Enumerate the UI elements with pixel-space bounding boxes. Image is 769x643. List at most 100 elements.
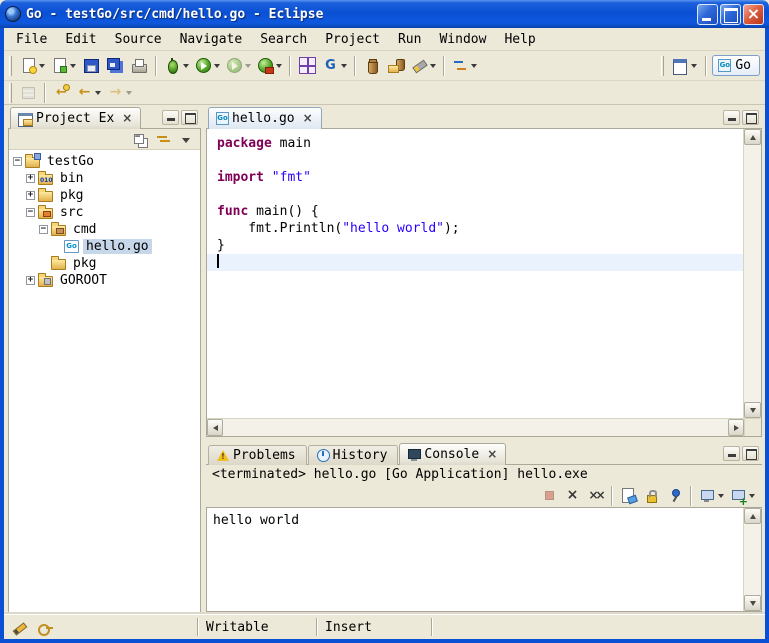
console-output[interactable]: hello world [207,508,743,611]
tab-history[interactable]: History [308,445,399,465]
scroll-up-button[interactable] [744,508,761,524]
last-edit-location-button[interactable] [50,83,73,103]
scroll-lock-button[interactable] [640,486,663,506]
new-menu-button[interactable] [48,54,79,78]
save-all-button[interactable] [103,54,127,78]
minimize-view-button[interactable] [723,110,740,125]
tree-item-testgo[interactable]: −testGo [9,153,200,170]
display-selected-console-button[interactable] [696,486,727,506]
go-search-button[interactable] [319,54,350,78]
search-button[interactable] [408,54,439,78]
menu-window[interactable]: Window [430,30,495,49]
editor-horizontal-scrollbar[interactable] [207,419,744,436]
pin-editor-button[interactable] [17,83,40,103]
remove-launch-button[interactable] [561,486,584,506]
code-line-8[interactable] [207,254,743,271]
print-button[interactable] [127,54,151,78]
tab-console[interactable]: Console [399,443,506,465]
titlebar[interactable]: Go - testGo/src/cmd/hello.go - Eclipse [0,0,769,28]
back-button[interactable] [73,83,104,103]
scroll-down-button[interactable] [744,595,761,611]
close-tab-icon[interactable] [302,111,314,126]
debug-button[interactable] [161,54,192,78]
code-line-2[interactable] [207,152,743,169]
clear-console-button[interactable] [617,486,640,506]
run-last-button[interactable] [223,54,254,78]
dropdown-arrow-icon[interactable] [718,494,724,498]
new-wizard-button[interactable] [17,54,48,78]
toolbar-grip[interactable] [661,56,664,76]
toolbar-grip[interactable] [9,56,12,76]
go-perspective-button[interactable]: Go [712,55,760,76]
code-editor[interactable]: package mainimport "fmt"func main() { fm… [207,129,743,418]
code-line-5[interactable]: func main() { [207,203,743,220]
collapse-icon[interactable]: − [13,157,22,166]
save-button[interactable] [79,54,103,78]
scroll-left-button[interactable] [207,419,223,436]
key-trim-button[interactable] [34,617,57,637]
console-vertical-scrollbar[interactable] [743,508,761,611]
link-with-editor-button[interactable] [152,129,175,149]
open-type-button[interactable] [360,54,384,78]
tab-hello-go[interactable]: hello.go [208,107,322,129]
menu-file[interactable]: File [7,30,56,49]
tree-item-cmd[interactable]: −cmd [9,221,200,238]
open-resource-button[interactable] [384,54,408,78]
forward-button[interactable] [104,83,135,103]
remove-all-launches-button[interactable] [584,486,607,506]
menu-source[interactable]: Source [106,30,171,49]
dropdown-arrow-icon[interactable] [245,64,251,68]
expand-icon[interactable]: + [26,174,35,183]
view-menu-button[interactable] [175,129,198,149]
menu-help[interactable]: Help [495,30,544,49]
new-go-element-button[interactable] [295,54,319,78]
close-tab-icon[interactable] [121,111,133,126]
menu-project[interactable]: Project [316,30,389,49]
dropdown-arrow-icon[interactable] [430,64,436,68]
tree-item-goroot[interactable]: +GOROOT [9,272,200,289]
dropdown-arrow-icon[interactable] [126,91,132,95]
code-line-7[interactable]: } [207,237,743,254]
dropdown-arrow-icon[interactable] [749,494,755,498]
collapse-icon[interactable]: − [39,225,48,234]
dropdown-arrow-icon[interactable] [183,64,189,68]
minimize-view-button[interactable] [162,110,179,125]
maximize-view-button[interactable] [742,446,759,461]
collapse-icon[interactable]: − [26,208,35,217]
code-line-4[interactable] [207,186,743,203]
dropdown-arrow-icon[interactable] [276,64,282,68]
code-line-6[interactable]: fmt.Println("hello world"); [207,220,743,237]
menu-search[interactable]: Search [251,30,316,49]
minimize-button[interactable] [697,4,718,25]
scroll-right-button[interactable] [728,419,744,436]
toolbar-grip[interactable] [9,83,12,103]
code-line-1[interactable]: package main [207,135,743,152]
close-tab-icon[interactable] [486,447,498,462]
maximize-view-button[interactable] [742,110,759,125]
maximize-view-button[interactable] [181,110,198,125]
dropdown-arrow-icon[interactable] [341,64,347,68]
close-button[interactable] [743,4,764,25]
dropdown-arrow-icon[interactable] [70,64,76,68]
tree-item-pkg[interactable]: pkg [9,255,200,272]
pin-console-button[interactable] [663,486,686,506]
dropdown-arrow-icon[interactable] [214,64,220,68]
open-console-button[interactable] [727,486,758,506]
tree-item-hello-go[interactable]: hello.go [9,238,200,255]
tree-item-bin[interactable]: +bin [9,170,200,187]
run-button[interactable] [192,54,223,78]
tab-project-explorer[interactable]: Project Ex [10,107,141,129]
scroll-up-button[interactable] [744,129,761,145]
terminate-button[interactable] [538,486,561,506]
dropdown-arrow-icon[interactable] [95,91,101,95]
dropdown-arrow-icon[interactable] [39,64,45,68]
maximize-button[interactable] [720,4,741,25]
dropdown-arrow-icon[interactable] [471,64,477,68]
team-sync-button[interactable] [449,54,480,78]
external-tools-button[interactable] [254,54,285,78]
tab-problems[interactable]: Problems [208,445,307,465]
menu-run[interactable]: Run [389,30,430,49]
open-perspective-button[interactable] [669,54,700,78]
expand-icon[interactable]: + [26,276,35,285]
tree-item-pkg[interactable]: +pkg [9,187,200,204]
